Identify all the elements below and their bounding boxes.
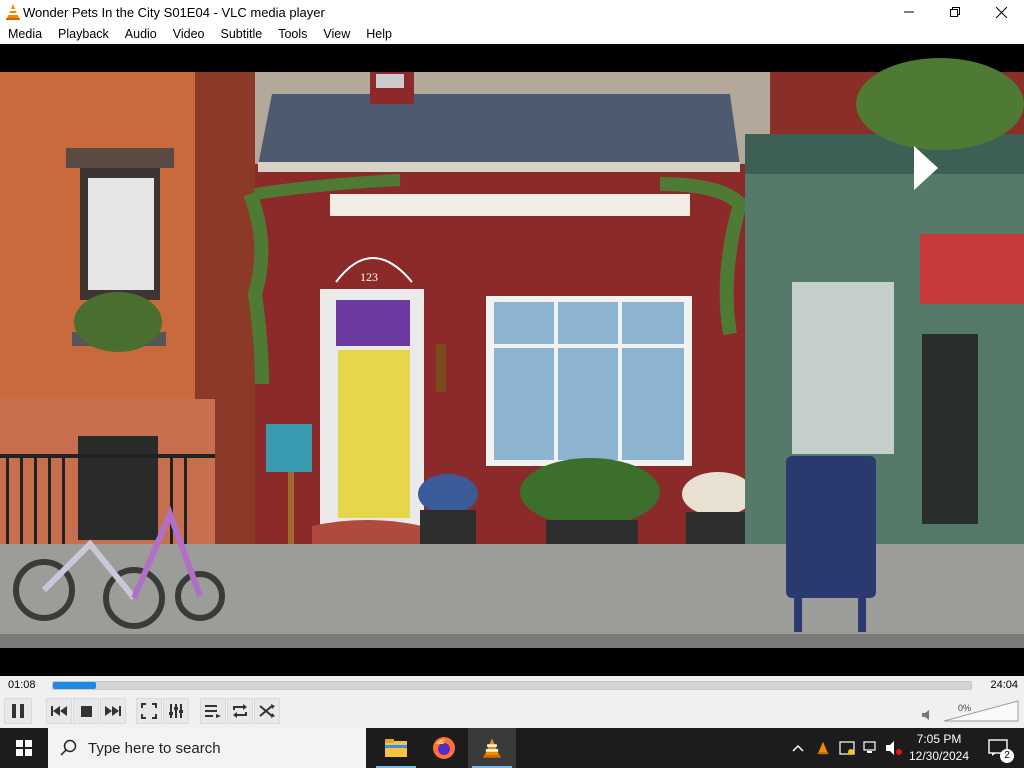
minimize-button[interactable] — [886, 0, 932, 24]
pause-icon — [12, 704, 24, 718]
network-icon — [863, 741, 876, 753]
shuffle-icon — [259, 704, 275, 718]
stop-button[interactable] — [73, 698, 99, 724]
next-button[interactable] — [100, 698, 126, 724]
speaker-muted-icon[interactable] — [922, 710, 934, 720]
menu-bar: Media Playback Audio Video Subtitle Tool… — [0, 24, 1024, 44]
speaker-muted-icon — [886, 741, 902, 755]
tray-security[interactable] — [836, 728, 858, 768]
chevron-up-icon — [792, 744, 804, 752]
taskbar-file-explorer[interactable] — [372, 728, 420, 768]
extended-settings-button[interactable] — [163, 698, 189, 724]
seek-row: 01:08 24:04 — [0, 676, 1024, 696]
menu-tools[interactable]: Tools — [270, 24, 315, 44]
maximize-button[interactable] — [932, 0, 978, 24]
action-center-button[interactable]: 2 — [978, 728, 1018, 768]
shuffle-button[interactable] — [254, 698, 280, 724]
stop-icon — [80, 705, 92, 717]
volume-percent: 0% — [958, 703, 972, 713]
taskbar-search-box[interactable]: Type here to search — [48, 728, 366, 768]
search-icon — [60, 739, 77, 756]
total-time[interactable]: 24:04 — [990, 679, 1018, 691]
elapsed-time: 01:08 — [8, 679, 36, 691]
menu-audio[interactable]: Audio — [117, 24, 165, 44]
taskbar: Type here to search 7:05 PM 12/30/2024 2 — [0, 728, 1024, 768]
windows-logo-icon — [16, 740, 32, 756]
vlc-cone-icon — [483, 738, 501, 758]
shield-icon — [839, 741, 855, 755]
close-icon — [995, 6, 1007, 18]
volume-slider[interactable] — [944, 700, 1020, 722]
video-frame: 123 — [0, 58, 1024, 648]
menu-video[interactable]: Video — [165, 24, 213, 44]
playlist-button[interactable] — [200, 698, 226, 724]
pause-button[interactable] — [4, 698, 32, 724]
previous-button[interactable] — [46, 698, 72, 724]
menu-playback[interactable]: Playback — [50, 24, 117, 44]
notification-badge: 2 — [1000, 749, 1014, 763]
video-display[interactable]: 123 — [0, 44, 1024, 676]
taskbar-vlc[interactable] — [468, 728, 516, 768]
search-placeholder: Type here to search — [88, 739, 221, 757]
file-explorer-icon — [385, 739, 407, 757]
show-hidden-icons-button[interactable] — [788, 728, 808, 768]
tray-vlc[interactable] — [812, 728, 834, 768]
start-button[interactable] — [0, 728, 48, 768]
vlc-tray-icon — [817, 741, 829, 755]
seek-progress — [53, 682, 97, 689]
clock-date: 12/30/2024 — [908, 749, 970, 763]
menu-view[interactable]: View — [315, 24, 358, 44]
close-button[interactable] — [978, 0, 1024, 24]
tray-volume[interactable] — [884, 728, 904, 768]
playlist-icon — [205, 705, 221, 718]
playback-controls: 0% — [0, 696, 1024, 728]
restore-icon — [950, 7, 960, 17]
menu-media[interactable]: Media — [0, 24, 50, 44]
title-bar: Wonder Pets In the City S01E04 - VLC med… — [0, 0, 1024, 24]
fullscreen-button[interactable] — [136, 698, 162, 724]
next-icon — [105, 706, 121, 716]
equalizer-icon — [169, 704, 183, 718]
window-title: Wonder Pets In the City S01E04 - VLC med… — [23, 4, 325, 20]
door-number-text: 123 — [360, 270, 378, 284]
taskbar-clock[interactable]: 7:05 PM 12/30/2024 — [904, 731, 974, 765]
taskbar-firefox[interactable] — [420, 728, 468, 768]
previous-icon — [51, 706, 67, 716]
loop-icon — [233, 704, 247, 718]
minimize-icon — [904, 11, 914, 13]
clock-time: 7:05 PM — [916, 732, 962, 746]
fullscreen-icon — [141, 703, 157, 719]
menu-subtitle[interactable]: Subtitle — [213, 24, 271, 44]
vlc-cone-icon — [6, 4, 20, 20]
seek-slider[interactable] — [52, 681, 972, 690]
menu-help[interactable]: Help — [358, 24, 400, 44]
firefox-icon — [433, 737, 455, 759]
tray-network[interactable] — [860, 728, 882, 768]
loop-button[interactable] — [227, 698, 253, 724]
